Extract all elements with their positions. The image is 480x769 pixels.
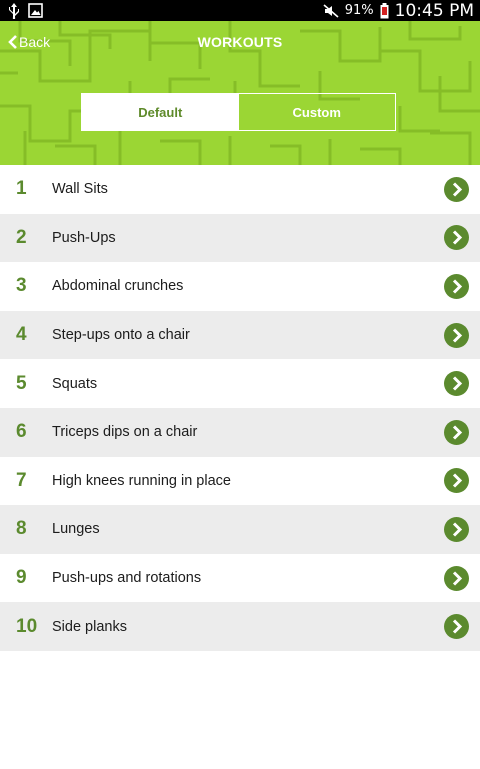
workout-number: 3 — [16, 275, 27, 297]
workout-name: Abdominal crunches — [52, 278, 184, 295]
workout-number: 7 — [16, 469, 27, 491]
workout-name: Push-Ups — [52, 229, 116, 246]
workout-name: Side planks — [52, 618, 127, 635]
workout-name: High knees running in place — [52, 472, 231, 489]
usb-icon — [9, 2, 19, 19]
workout-list: 1 Wall Sits 2 Push-Ups 3 Abdominal crunc… — [0, 165, 480, 651]
list-item-workout-1[interactable]: 1 Wall Sits — [0, 165, 480, 214]
tab-default[interactable]: Default — [82, 94, 239, 130]
workout-name: Triceps dips on a chair — [52, 424, 198, 441]
arrow-right-circle-icon[interactable] — [444, 614, 469, 640]
workout-number: 10 — [16, 615, 38, 637]
list-item-workout-7[interactable]: 7 High knees running in place — [0, 456, 480, 506]
list-item-workout-5[interactable]: 5 Squats — [0, 359, 480, 408]
arrow-right-circle-icon[interactable] — [444, 419, 469, 445]
tab-custom[interactable]: Custom — [239, 94, 396, 130]
workout-number: 6 — [16, 421, 27, 443]
page-title: WORKOUTS — [197, 34, 283, 50]
workout-number: 5 — [16, 372, 27, 394]
status-bar: 91% 10:45 PM — [0, 0, 480, 21]
workout-type-tabs: Default Custom — [81, 93, 396, 131]
list-item-workout-2[interactable]: 2 Push-Ups — [0, 213, 480, 263]
workout-name: Step-ups onto a chair — [52, 327, 190, 344]
image-notification-icon — [28, 3, 43, 18]
workout-number: 2 — [16, 226, 27, 248]
status-clock: 10:45 PM — [394, 0, 474, 21]
arrow-right-circle-icon[interactable] — [444, 468, 469, 494]
list-item-workout-8[interactable]: 8 Lunges — [0, 505, 480, 554]
arrow-right-circle-icon[interactable] — [444, 273, 469, 299]
list-item-workout-6[interactable]: 6 Triceps dips on a chair — [0, 407, 480, 457]
workout-number: 4 — [16, 324, 27, 346]
arrow-right-circle-icon[interactable] — [444, 176, 469, 202]
battery-percentage: 91% — [344, 3, 374, 18]
workout-name: Lunges — [52, 521, 100, 538]
status-right-area: 91% 10:45 PM — [323, 0, 474, 21]
battery-icon — [380, 2, 389, 18]
workout-name: Squats — [52, 375, 98, 392]
arrow-right-circle-icon[interactable] — [444, 371, 469, 397]
list-item-workout-9[interactable]: 9 Push-ups and rotations — [0, 553, 480, 603]
header: Back WORKOUTS Default Custom — [0, 21, 480, 165]
list-item-workout-3[interactable]: 3 Abdominal crunches — [0, 262, 480, 311]
arrow-right-circle-icon[interactable] — [444, 225, 469, 251]
workout-number: 8 — [16, 518, 27, 540]
workout-number: 1 — [16, 178, 27, 200]
list-item-workout-10[interactable]: 10 Side planks — [0, 602, 480, 651]
arrow-right-circle-icon[interactable] — [444, 565, 469, 591]
workout-name: Push-ups and rotations — [52, 570, 202, 587]
status-left-icons — [8, 2, 43, 19]
workout-name: Wall Sits — [52, 181, 108, 198]
arrow-right-circle-icon[interactable] — [444, 516, 469, 542]
mute-icon — [323, 3, 339, 18]
workout-number: 9 — [16, 567, 27, 589]
list-item-workout-4[interactable]: 4 Step-ups onto a chair — [0, 310, 480, 360]
arrow-right-circle-icon[interactable] — [444, 322, 469, 348]
